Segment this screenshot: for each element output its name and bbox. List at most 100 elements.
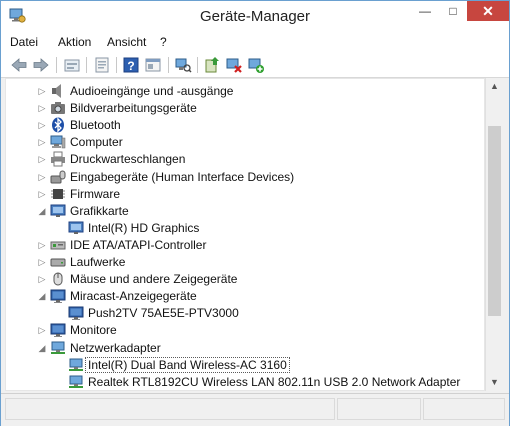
category-label[interactable]: Audioeingänge und -ausgänge [70,84,233,98]
show-hide-icon[interactable] [144,56,162,74]
category-row[interactable]: ▷ IDE ATA/ATAPI-Controller [6,237,484,254]
status-cell-2 [337,398,421,420]
update-driver-icon[interactable] [203,56,221,74]
monitor-icon [68,305,84,321]
category-label[interactable]: Computer [70,135,123,149]
category-row[interactable]: ▷ Monitore [6,322,484,339]
collapse-arrow-icon[interactable]: ◢ [36,290,48,302]
device-label[interactable]: Intel(R) HD Graphics [88,221,199,235]
category-row[interactable]: ▷ Mäuse und andere Zeigegeräte [6,271,484,288]
menu-ansicht[interactable]: Ansicht [107,35,146,49]
ide-icon [50,237,66,253]
display-adapter-icon [50,203,66,219]
category-row[interactable]: ◢ Miracast-Anzeigegeräte [6,288,484,305]
bluetooth-icon [50,117,66,133]
network-icon [68,357,84,373]
category-label[interactable]: Laufwerke [70,255,125,269]
expand-arrow-icon[interactable]: ▷ [36,153,48,165]
vertical-scrollbar[interactable]: ▲ ▼ [485,78,503,391]
camera-icon [50,100,66,116]
speaker-icon [50,83,66,99]
category-row[interactable]: ▷ Firmware [6,186,484,203]
enable-device-icon[interactable] [247,56,265,74]
device-tree[interactable]: ▷ Audioeingänge und -ausgänge ▷ Bildverarbe… [5,78,485,391]
expand-arrow-icon[interactable]: ▷ [36,324,48,336]
expand-arrow-icon[interactable]: ▷ [36,273,48,285]
device-row[interactable]: Realtek RTL8192CU Wireless LAN 802.11n U… [6,374,484,390]
collapse-arrow-icon[interactable]: ◢ [36,205,48,217]
properties-icon[interactable] [93,56,111,74]
expand-arrow-icon[interactable]: ▷ [36,239,48,251]
device-label[interactable]: Push2TV 75AE5E-PTV3000 [88,306,239,320]
mouse-icon [50,271,66,287]
minimize-button[interactable]: — [411,1,439,21]
device-label[interactable]: Realtek RTL8192CU Wireless LAN 802.11n U… [88,375,460,389]
device-row[interactable]: Intel(R) HD Graphics [6,220,484,237]
title-bar: Geräte-Manager — □ ✕ [1,1,509,31]
expand-arrow-icon[interactable]: ▷ [36,171,48,183]
expand-arrow-icon[interactable]: ▷ [36,102,48,114]
forward-icon[interactable] [32,56,50,74]
scroll-down-icon[interactable]: ▼ [486,374,503,391]
computer-icon [50,134,66,150]
category-row[interactable]: ▷ Computer [6,134,484,151]
category-row[interactable]: ▷ Bildverarbeitungsgeräte [6,100,484,117]
display-adapter-icon [68,220,84,236]
category-label[interactable]: Eingabegeräte (Human Interface Devices) [70,170,294,184]
device-manager-window: Geräte-Manager — □ ✕ Datei Aktion Ansich… [0,0,510,426]
toolbar-separator [168,57,169,73]
category-label[interactable]: Miracast-Anzeigegeräte [70,289,197,303]
category-label[interactable]: Druckwarteschlangen [70,152,185,166]
category-row[interactable]: ▷ Druckwarteschlangen [6,151,484,168]
hid-icon [50,169,66,185]
expand-arrow-icon[interactable]: ▷ [36,188,48,200]
printer-icon [50,151,66,167]
help-icon[interactable]: ? [122,56,140,74]
device-row[interactable]: Intel(R) Dual Band Wireless-AC 3160 [6,356,484,374]
close-button[interactable]: ✕ [467,1,509,21]
toolbar-separator [86,57,87,73]
menu-aktion[interactable]: Aktion [58,35,91,49]
category-label[interactable]: Grafikkarte [70,204,129,218]
expand-arrow-icon[interactable]: ▷ [36,136,48,148]
collapse-arrow-icon[interactable]: ◢ [36,342,48,354]
scan-hardware-icon[interactable] [174,56,192,74]
toolbar: ? [1,53,509,78]
category-label[interactable]: Netzwerkadapter [70,341,161,355]
category-label[interactable]: Bluetooth [70,118,121,132]
svg-text:?: ? [127,59,134,73]
category-row[interactable]: ▷ Laufwerke [6,254,484,271]
category-row[interactable]: ▷ Audioeingänge und -ausgänge [6,83,484,100]
category-label[interactable]: Monitore [70,323,117,337]
uninstall-icon[interactable] [225,56,243,74]
status-cell-main [5,398,335,420]
scroll-up-icon[interactable]: ▲ [486,78,503,95]
category-row[interactable]: ◢ Grafikkarte [6,203,484,220]
scrollbar-thumb[interactable] [488,126,501,316]
menu-bar: Datei Aktion Ansicht ? [1,31,509,54]
device-row[interactable]: Push2TV 75AE5E-PTV3000 [6,305,484,322]
menu-datei[interactable]: Datei [10,35,38,49]
category-row[interactable]: ▷ Eingabegeräte (Human Interface Devices) [6,169,484,186]
category-label[interactable]: Mäuse und andere Zeigegeräte [70,272,237,286]
category-row[interactable]: ◢ Netzwerkadapter [6,340,484,357]
monitor-icon [50,322,66,338]
network-icon [50,340,66,356]
back-icon[interactable] [10,56,28,74]
up-icon[interactable] [63,56,81,74]
category-row[interactable]: ▷ Bluetooth [6,117,484,134]
network-icon [68,374,84,390]
toolbar-separator [197,57,198,73]
category-label[interactable]: IDE ATA/ATAPI-Controller [70,238,206,252]
menu-help[interactable]: ? [160,35,167,49]
expand-arrow-icon[interactable]: ▷ [36,256,48,268]
expand-arrow-icon[interactable]: ▷ [36,85,48,97]
firmware-icon [50,186,66,202]
category-label[interactable]: Firmware [70,187,120,201]
category-label[interactable]: Bildverarbeitungsgeräte [70,101,197,115]
device-label[interactable]: Intel(R) Dual Band Wireless-AC 3160 [85,356,290,373]
maximize-button[interactable]: □ [439,1,467,21]
status-bar [1,393,509,426]
toolbar-separator [56,57,57,73]
expand-arrow-icon[interactable]: ▷ [36,119,48,131]
